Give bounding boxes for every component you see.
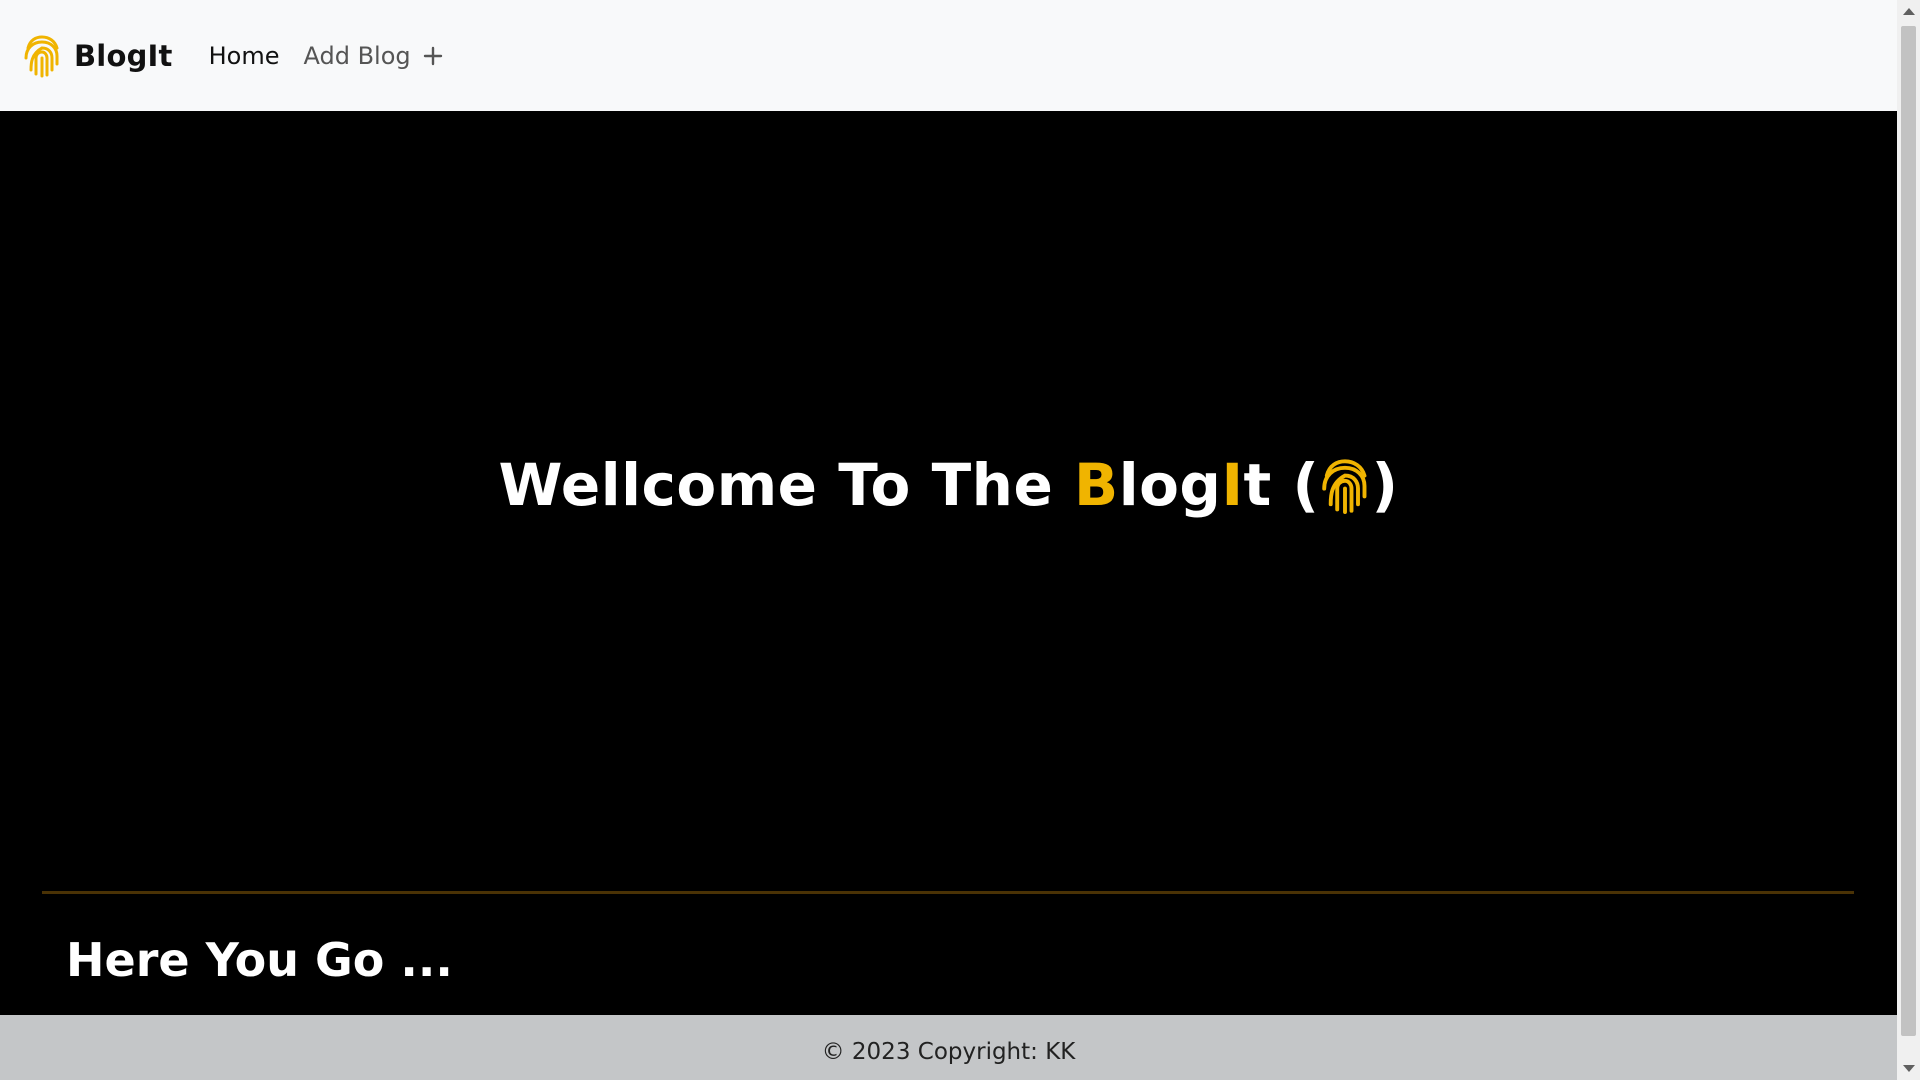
- hero-title-log: log: [1118, 451, 1222, 519]
- scrollbar-thumb[interactable]: [1901, 26, 1916, 1036]
- hero-title-t: t: [1243, 451, 1272, 519]
- hero-section: Wellcome To The BlogIt () Here You Go ..…: [0, 111, 1897, 1015]
- vertical-scrollbar[interactable]: [1897, 0, 1920, 1080]
- footer: © 2023 Copyright: KK: [0, 1015, 1897, 1080]
- nav-link-add-blog-label: Add Blog: [303, 41, 411, 70]
- page: BlogIt Home Add Blog Wellcome To The Blo…: [0, 0, 1920, 1080]
- hero-title: Wellcome To The BlogIt (): [0, 451, 1897, 519]
- fingerprint-icon: [1319, 457, 1371, 515]
- nav-link-add-blog[interactable]: Add Blog: [303, 42, 442, 70]
- nav-links: Home Add Blog: [209, 42, 443, 70]
- hero-title-accent-i: I: [1221, 451, 1244, 519]
- copyright-text: © 2023 Copyright: KK: [821, 1038, 1076, 1065]
- scroll-up-arrow-icon[interactable]: [1903, 8, 1915, 15]
- hero-title-close-paren: ): [1371, 451, 1399, 519]
- section-heading: Here You Go ...: [66, 933, 453, 987]
- fingerprint-icon: [22, 34, 62, 78]
- section-divider: [42, 891, 1854, 894]
- brand-name: BlogIt: [74, 38, 173, 73]
- scroll-down-arrow-icon[interactable]: [1903, 1065, 1915, 1072]
- hero-title-accent-b: B: [1073, 451, 1119, 519]
- plus-icon: [423, 44, 443, 65]
- hero-title-open-paren: (: [1271, 451, 1320, 519]
- navbar: BlogIt Home Add Blog: [0, 0, 1897, 111]
- brand-link[interactable]: BlogIt: [22, 34, 173, 78]
- nav-link-home[interactable]: Home: [209, 42, 280, 70]
- hero-title-text: Wellcome To The: [498, 451, 1074, 519]
